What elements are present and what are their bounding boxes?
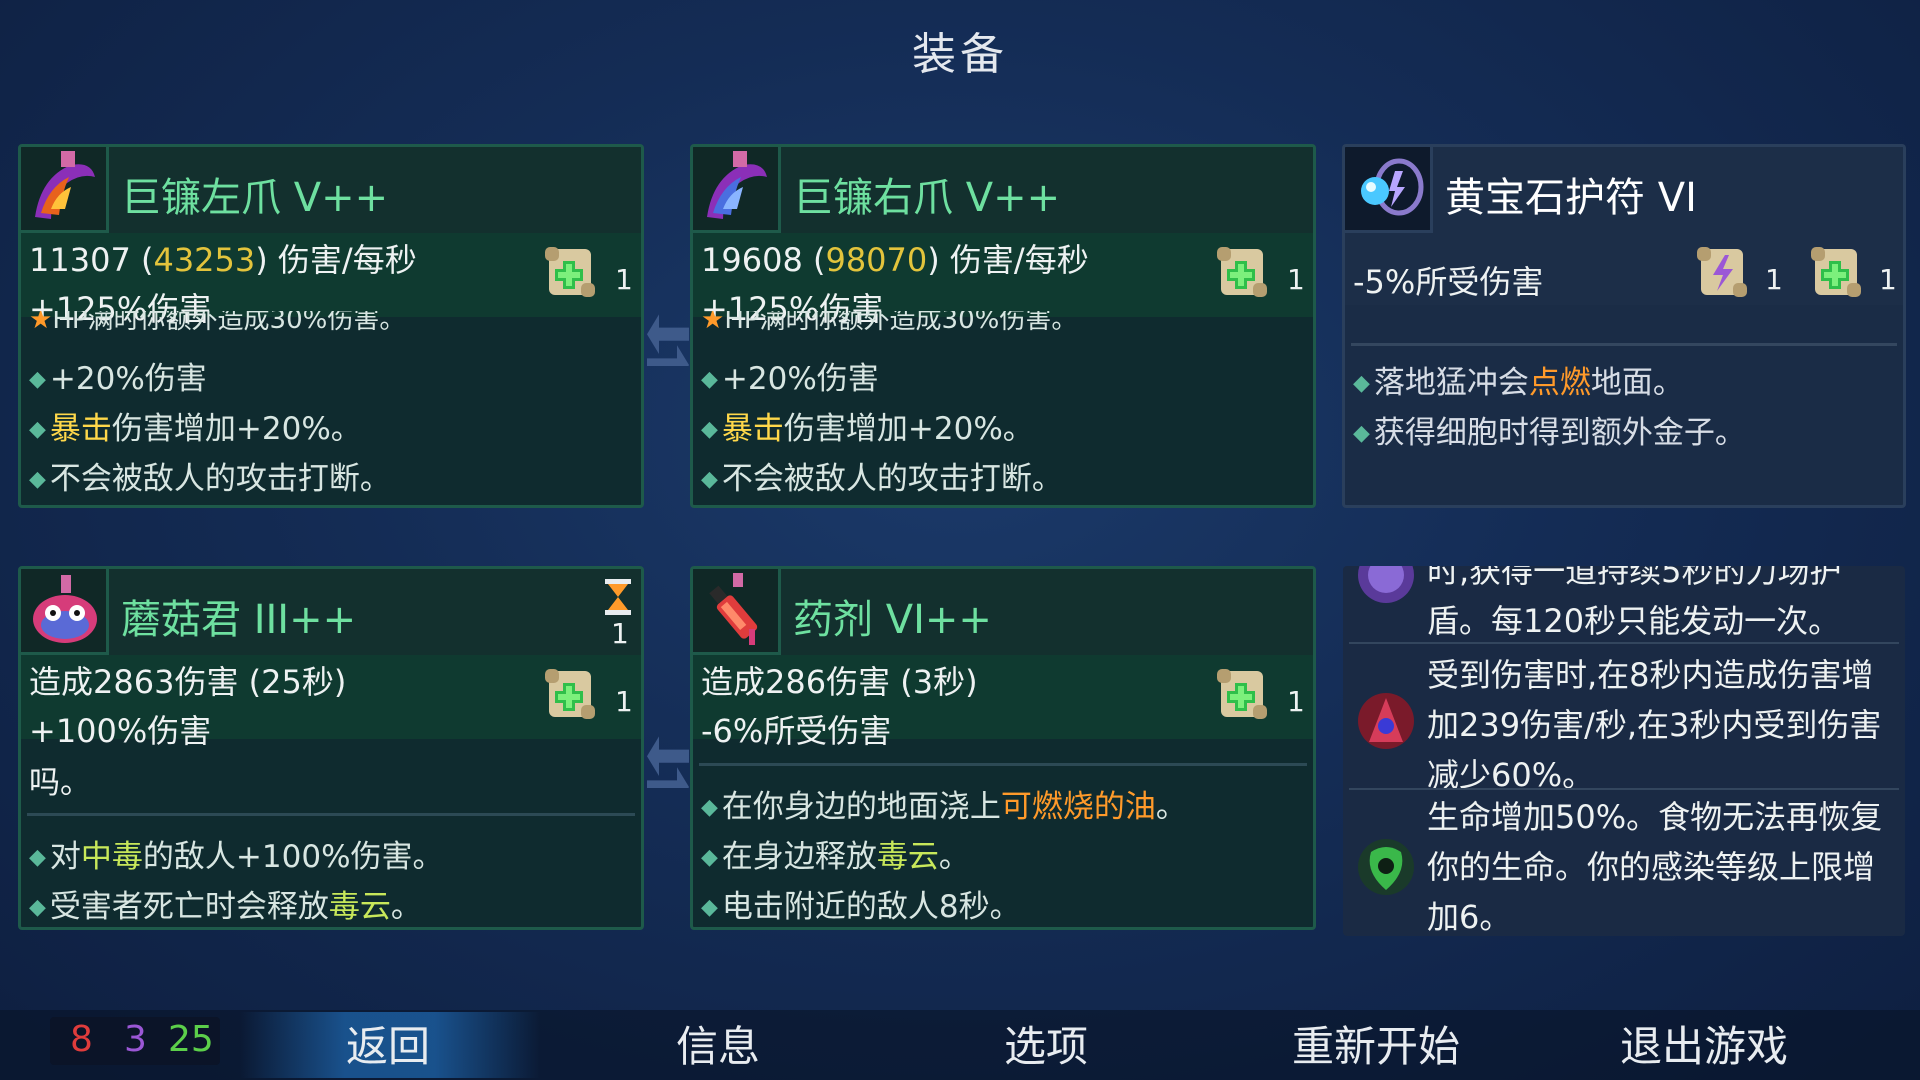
skill-bonus: +100%伤害 <box>29 712 212 750</box>
weapon-card-left[interactable]: 巨镰左爪 V++ 11307 (43253) 伤害/每秒 +125%伤害 1 ★… <box>18 144 644 508</box>
mutation-text: 时,获得一道持续5秒的力场护盾。每120秒只能发动一次。 <box>1427 566 1842 640</box>
mutation-row[interactable]: 受到伤害时,在8秒内造成伤害增加239伤害/秒,在3秒内受到伤害减少60%。 <box>1343 650 1905 800</box>
info-button[interactable]: 信息 <box>676 1013 760 1074</box>
skill-card-left[interactable]: 蘑菇君 III++ 1 造成2863伤害 (25秒) +100%伤害 1 吗。 … <box>18 566 644 930</box>
effect-partial: ★HP满时你额外造成30%伤害。 <box>701 311 1078 333</box>
mutation-row[interactable]: 生命增加50%。食物无法再恢复你的生命。你的感染等级上限增加6。 <box>1343 792 1905 936</box>
effect-line: ◆ 受害者死亡时会释放毒云。 <box>29 889 422 925</box>
effect-line: ◆ 暴击伤害增加+20%。 <box>701 411 1034 447</box>
mutations-panel[interactable]: 时,获得一道持续5秒的力场护盾。每120秒只能发动一次。 受到伤害时,在8秒内造… <box>1343 566 1905 936</box>
scroll-count: 1 <box>1879 263 1897 296</box>
vengeance-mutation-icon <box>1358 693 1414 749</box>
scroll-count: 1 <box>615 263 633 296</box>
effect-line: ◆ 落地猛冲会点燃地面。 <box>1353 365 1684 401</box>
options-button[interactable]: 选项 <box>1004 1013 1088 1074</box>
swap-skills-icon[interactable] <box>645 710 691 788</box>
cooldown-hourglass-icon <box>605 579 631 615</box>
scroll-count: 1 <box>615 685 633 718</box>
amulet-card[interactable]: 黄宝石护符 VI -5%所受伤害 1 1 ◆ 落地猛冲会点燃地面。 ◆ 获得细胞时得… <box>1342 144 1906 508</box>
mushroom-boi-icon <box>21 569 109 655</box>
divider <box>1349 788 1899 790</box>
effect-line: ◆ 电击附近的敌人8秒。 <box>701 889 1021 925</box>
brutality-count: 8 <box>70 1019 93 1060</box>
scroll-count: 1 <box>1287 263 1305 296</box>
effect-line: ◆ 获得细胞时得到额外金子。 <box>1353 415 1746 451</box>
scroll-icon <box>545 247 595 297</box>
effect-partial: 吗。 <box>29 765 91 801</box>
amulet-stat: -5%所受伤害 <box>1353 263 1544 301</box>
effect-line: ◆ 在身边释放毒云。 <box>701 839 970 875</box>
weapon-dps-crit: 98070 <box>825 241 928 279</box>
effect-line: ◆ 不会被敌人的攻击打断。 <box>29 461 391 497</box>
weapon-dps: 11307 (43253) 伤害/每秒 <box>29 241 417 279</box>
divider <box>1349 642 1899 644</box>
scroll-count: 1 <box>1765 263 1783 296</box>
topaz-amulet-icon <box>1345 147 1433 233</box>
shield-mutation-icon <box>1358 566 1414 603</box>
scroll-icon <box>1217 247 1267 297</box>
weapon-dps: 19608 (98070) 伤害/每秒 <box>701 241 1089 279</box>
skill-name: 蘑菇君 III++ <box>121 597 357 643</box>
swap-weapons-icon[interactable] <box>645 288 691 366</box>
skill-name: 药剂 VI++ <box>793 597 992 643</box>
effect-line: ◆ 暴击伤害增加+20%。 <box>29 411 362 447</box>
back-button[interactable]: 返回 <box>346 1013 430 1074</box>
weapon-card-right[interactable]: 巨镰右爪 V++ 19608 (98070) 伤害/每秒 +125%伤害 1 ★… <box>690 144 1316 508</box>
effect-line: ◆ +20%伤害 <box>701 361 879 397</box>
effect-line: ◆ +20%伤害 <box>29 361 207 397</box>
effect-line: ◆ 在你身边的地面浇上可燃烧的油。 <box>701 789 1187 825</box>
effect-partial: ★HP满时你额外造成30%伤害。 <box>29 311 406 333</box>
weapon-dps-crit: 43253 <box>153 241 256 279</box>
skill-damage: 造成2863伤害 (25秒) <box>29 663 347 701</box>
tactics-scroll-icon <box>1697 247 1747 297</box>
mutation-text: 生命增加50%。食物无法再恢复你的生命。你的感染等级上限增加6。 <box>1427 798 1883 936</box>
scroll-icon <box>1811 247 1861 297</box>
divider <box>699 763 1307 766</box>
necromancy-mutation-icon <box>1358 839 1414 895</box>
skill-bonus: -6%所受伤害 <box>701 712 892 750</box>
scroll-stat-counters: 8 3 25 <box>50 1017 220 1065</box>
scroll-count: 1 <box>1287 685 1305 718</box>
amulet-name: 黄宝石护符 VI <box>1445 175 1697 221</box>
scroll-icon <box>1217 669 1267 719</box>
weapon-name: 巨镰左爪 V++ <box>121 175 389 221</box>
potion-icon <box>693 569 781 655</box>
effect-line: ◆ 对中毒的敌人+100%伤害。 <box>29 839 444 875</box>
survival-count: 25 <box>168 1019 214 1060</box>
scythe-claw-left-icon <box>21 147 109 233</box>
mutation-text: 受到伤害时,在8秒内造成伤害增加239伤害/秒,在3秒内受到伤害减少60%。 <box>1427 656 1882 794</box>
effect-line: ◆ 不会被敌人的攻击打断。 <box>701 461 1063 497</box>
scroll-icon <box>545 669 595 719</box>
skill-damage: 造成286伤害 (3秒) <box>701 663 978 701</box>
page-title: 装备 <box>912 29 1008 80</box>
divider <box>27 813 635 816</box>
quit-game-button[interactable]: 退出游戏 <box>1620 1013 1788 1074</box>
weapon-name: 巨镰右爪 V++ <box>793 175 1061 221</box>
scythe-claw-right-icon <box>693 147 781 233</box>
cooldown-count: 1 <box>611 617 629 650</box>
tactics-count: 3 <box>124 1019 147 1060</box>
divider <box>1351 343 1897 346</box>
restart-button[interactable]: 重新开始 <box>1292 1013 1460 1074</box>
skill-card-right[interactable]: 药剂 VI++ 造成286伤害 (3秒) -6%所受伤害 1 ◆ 在你身边的地面浇… <box>690 566 1316 930</box>
